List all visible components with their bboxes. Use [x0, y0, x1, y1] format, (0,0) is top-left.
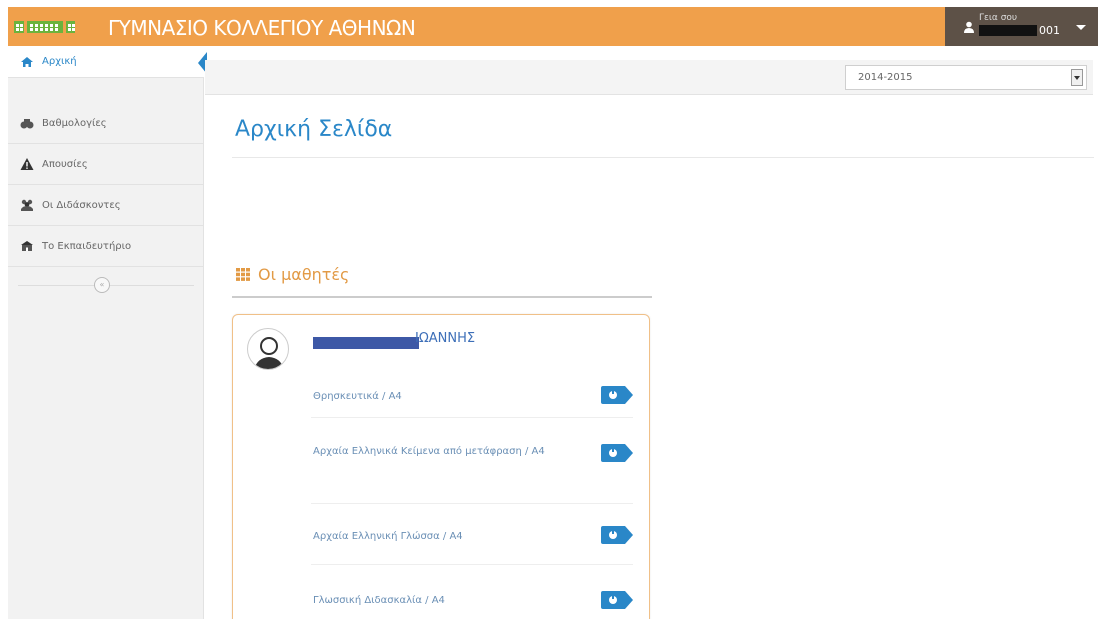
sidebar-item-school[interactable]: Το Εκπαιδευτήριο	[8, 226, 204, 267]
course-label: Αρχαία Ελληνικά Κείμενα από μετάφραση / …	[313, 446, 545, 457]
divider	[232, 296, 652, 298]
sidebar-item-grades[interactable]: Βαθμολογίες	[8, 103, 204, 144]
list-item[interactable]: Αρχαία Ελληνικά Κείμενα από μετάφραση / …	[311, 418, 633, 504]
breadcrumb-bar: 2014-2015	[205, 60, 1093, 95]
school-icon	[20, 239, 34, 253]
user-name-redacted	[979, 25, 1037, 36]
divider	[232, 157, 1094, 158]
user-menu[interactable]: Γεια σου 001	[945, 7, 1098, 46]
caret-down-icon	[1076, 25, 1086, 30]
course-tag-icon[interactable]	[601, 591, 633, 609]
student-name: ΙΩΑΝΝΗΣ	[415, 331, 476, 346]
school-year-select[interactable]: 2014-2015	[845, 65, 1087, 90]
user-name: 001	[1039, 24, 1060, 37]
section-title: Οι μαθητές	[258, 265, 350, 284]
sidebar-item-label: Βαθμολογίες	[42, 117, 107, 129]
list-item[interactable]: Γλωσσική Διδασκαλία / Α4	[311, 565, 633, 619]
user-icon	[964, 21, 974, 33]
course-label: Γλωσσική Διδασκαλία / Α4	[313, 595, 445, 606]
sidebar-item-home[interactable]: Αρχική	[8, 46, 204, 78]
list-item[interactable]: Αρχαία Ελληνική Γλώσσα / Α4	[311, 504, 633, 565]
school-year-value: 2014-2015	[858, 72, 913, 83]
course-tag-icon[interactable]	[601, 526, 633, 544]
student-card: ΙΩΑΝΝΗΣ Θρησκευτικά / Α4 Αρχαία Ελληνικά…	[232, 314, 650, 619]
chart-icon	[20, 116, 34, 130]
app-title: ΓΥΜΝΑΣΙΟ ΚΟΛΛΕΓΙΟΥ ΑΘΗΝΩΝ	[108, 16, 416, 40]
sidebar-item-label: Απουσίες	[42, 158, 88, 170]
sidebar: Αρχική Βαθμολογίες Απουσίες Οι Διδάσκοντ…	[8, 46, 207, 619]
sidebar-item-label: Αρχική	[42, 56, 77, 67]
sidebar-item-label: Το Εκπαιδευτήριο	[42, 240, 132, 252]
grid-icon	[236, 268, 250, 281]
sidebar-item-absences[interactable]: Απουσίες	[8, 144, 204, 185]
student-surname-redacted	[313, 337, 419, 349]
course-label: Θρησκευτικά / Α4	[313, 391, 402, 402]
course-tag-icon[interactable]	[601, 444, 633, 462]
course-label: Αρχαία Ελληνική Γλώσσα / Α4	[313, 531, 463, 542]
app-header: ΓΥΜΝΑΣΙΟ ΚΟΛΛΕΓΙΟΥ ΑΘΗΝΩΝ Γεια σου 001	[8, 7, 1098, 46]
user-greeting: Γεια σου	[979, 13, 1018, 23]
users-icon	[20, 198, 34, 212]
collapse-icon[interactable]: «	[94, 277, 110, 293]
school-logo	[14, 19, 104, 35]
course-tag-icon[interactable]	[601, 386, 633, 404]
list-item[interactable]: Θρησκευτικά / Α4	[311, 371, 633, 418]
avatar	[247, 328, 289, 370]
sidebar-item-label: Οι Διδάσκοντες	[42, 199, 121, 211]
dropdown-arrow-icon[interactable]	[1071, 69, 1083, 86]
sidebar-item-teachers[interactable]: Οι Διδάσκοντες	[8, 185, 204, 226]
page-title: Αρχική Σελίδα	[235, 117, 393, 142]
warning-icon	[20, 157, 34, 171]
sidebar-collapse: «	[8, 274, 204, 296]
home-icon	[20, 55, 34, 69]
